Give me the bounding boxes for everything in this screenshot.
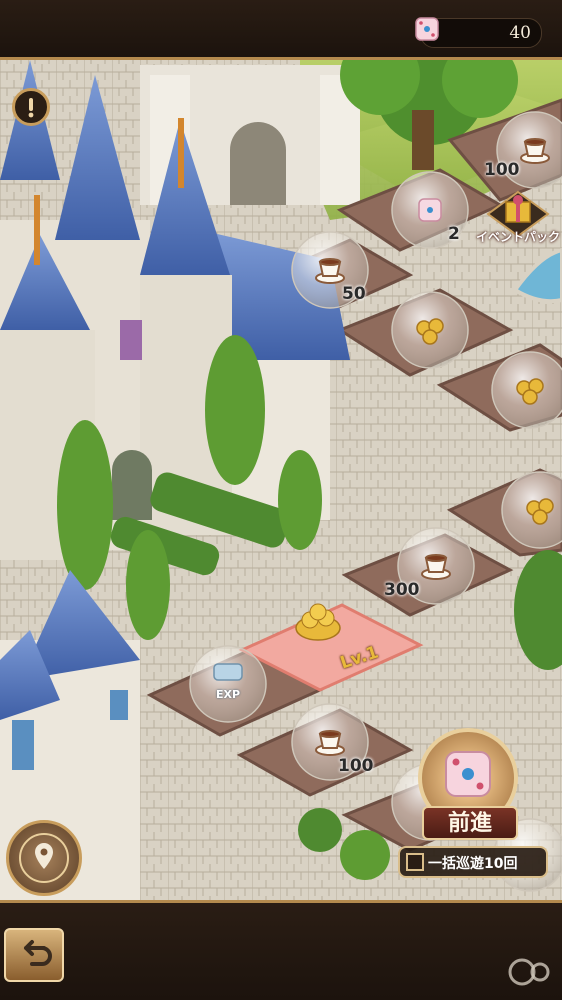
info-button[interactable] — [12, 88, 50, 126]
bulk-checkbox[interactable] — [406, 853, 424, 871]
map-pin-icon — [19, 833, 69, 883]
event-pack-button[interactable]: イベントパック — [476, 188, 560, 258]
dice-count: 40 — [509, 23, 531, 43]
exclamation-icon — [28, 98, 34, 118]
tile-amount-label: 50 — [342, 284, 366, 304]
back-arrow-icon — [24, 940, 52, 966]
bulk-tour-label: 一括巡遊10回 — [428, 856, 518, 872]
bulk-tour-toggle[interactable]: 一括巡遊10回 — [398, 846, 548, 878]
tile-amount-label: 100 — [338, 756, 374, 776]
dice-reward-icon — [418, 198, 442, 222]
exp-label: EXP — [216, 688, 241, 701]
back-button[interactable] — [4, 928, 64, 982]
pink-dice-icon — [415, 17, 439, 41]
bottom-bar — [0, 900, 562, 1000]
tile-amount-label: 100 — [484, 160, 520, 180]
tile-amount-label: 2 — [448, 224, 460, 244]
event-pack-label: イベントパック — [475, 230, 560, 244]
map-button[interactable] — [6, 820, 82, 896]
tile-amount-label: 300 — [384, 580, 420, 600]
watermark-logo — [508, 958, 550, 986]
exp-icon — [213, 663, 243, 681]
dice-counter: 40 — [415, 17, 542, 48]
advance-label[interactable]: 前進 — [422, 806, 518, 840]
